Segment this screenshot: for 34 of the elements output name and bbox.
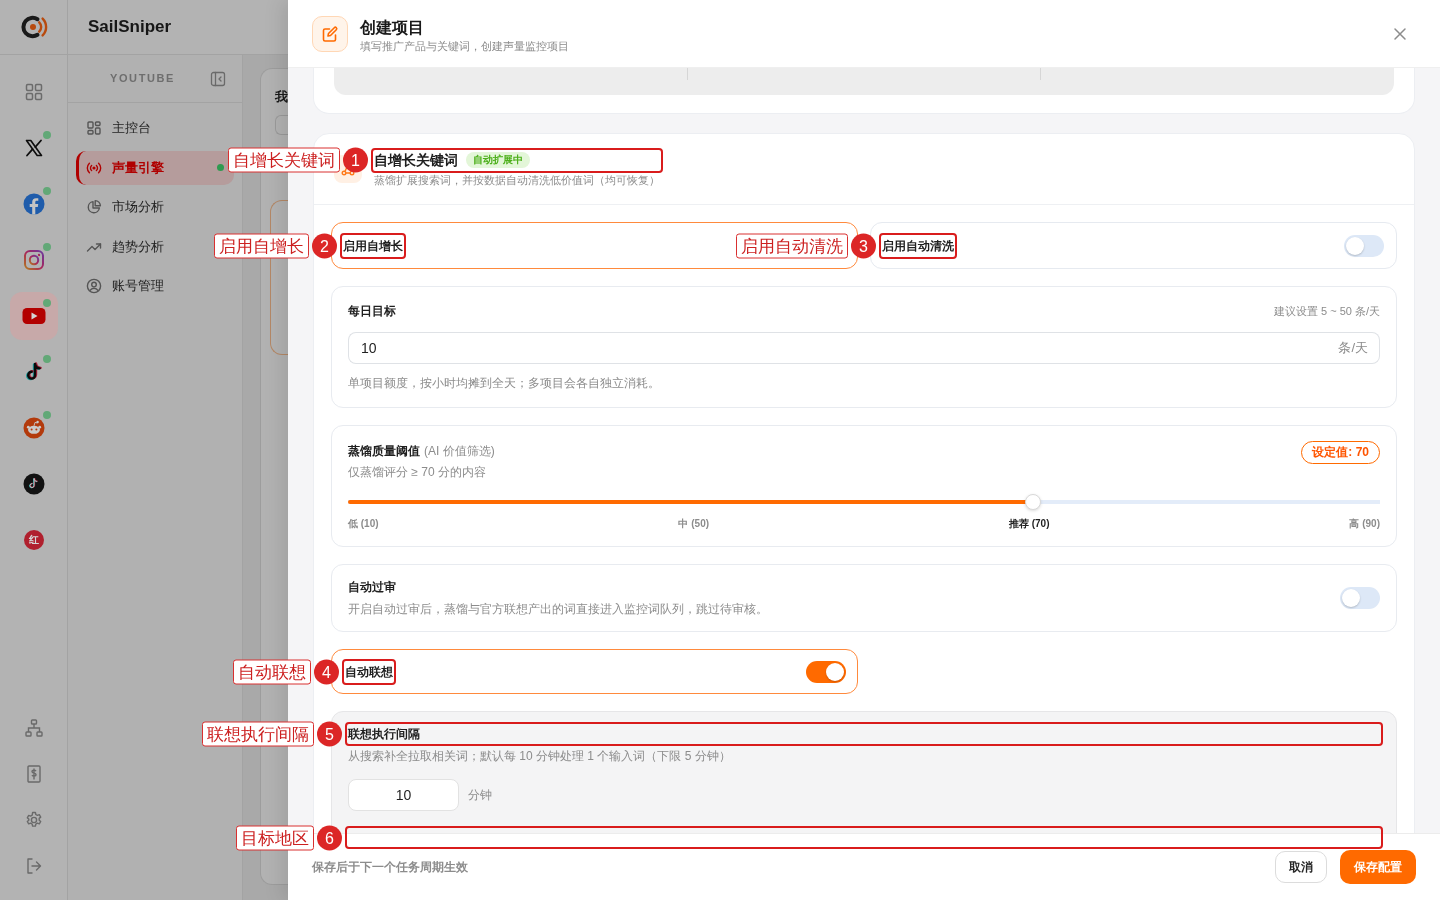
setting-description: 开启自动过审后，蒸馏与官方联想产出的词直接进入监控词队列，跳过待审核。	[348, 601, 768, 617]
scale-label: 中 (50)	[678, 518, 710, 530]
scale-label: 推荐 (70)	[1008, 518, 1050, 530]
setting-description: 从搜索补全拉取相关词；默认每 10 分钟处理 1 个输入词（下限 5 分钟）	[348, 748, 732, 764]
help-text: 单项目额度，按小时均摊到全天；多项目会各自独立消耗。	[348, 375, 661, 391]
section-label: YOUTUBE	[110, 71, 175, 87]
setting-label: 自动联想	[345, 663, 393, 680]
annotation-tooltip: 启用自动清洗	[736, 233, 848, 258]
title-note: (AI 价值筛选)	[424, 443, 495, 460]
section-title: 自增长关键词	[374, 151, 458, 170]
drawer-title: 创建项目	[360, 17, 425, 38]
footer-note: 保存后于下一个任务周期生效	[312, 859, 468, 876]
setting-title: 每日目标	[348, 303, 396, 319]
annotation-tooltip: 目标地区	[236, 825, 314, 850]
character-disc-icon: 红	[23, 530, 44, 550]
annotation-tooltip: 启用自增长	[214, 233, 309, 258]
hint-text: 建议设置 5 ~ 50 条/天	[1273, 304, 1380, 319]
annotation-tooltip: 自增长关键词	[228, 147, 340, 173]
setting-title: 自动过审	[348, 579, 397, 595]
setting-title: 联想执行间隔	[348, 726, 421, 742]
drawer-subtitle: 填写推广产品与关键词，创建声量监控项目	[360, 38, 569, 53]
scale-label: 低 (10)	[348, 518, 379, 530]
annotation-tooltip: 自动联想	[233, 659, 311, 684]
section-subtitle: 蒸馏扩展搜索词，并按数据自动清洗低价值词（均可恢复）	[374, 173, 661, 188]
setting-description: 仅蒸馏评分 ≥ 70 分的内容	[348, 464, 487, 481]
setting-label: 启用自动清洗	[882, 237, 954, 254]
brand-name: SailSniper	[88, 16, 172, 38]
setting-label: 启用自增长	[343, 237, 403, 254]
unit-label: 分钟	[468, 787, 492, 804]
setting-title: 蒸馏质量阈值	[348, 443, 420, 460]
card-title: 我	[275, 88, 288, 106]
annotation-tooltip: 联想执行间隔	[202, 721, 314, 747]
status-badge: 自动扩展中	[466, 152, 530, 168]
scale-label: 高 (90)	[1349, 518, 1380, 530]
